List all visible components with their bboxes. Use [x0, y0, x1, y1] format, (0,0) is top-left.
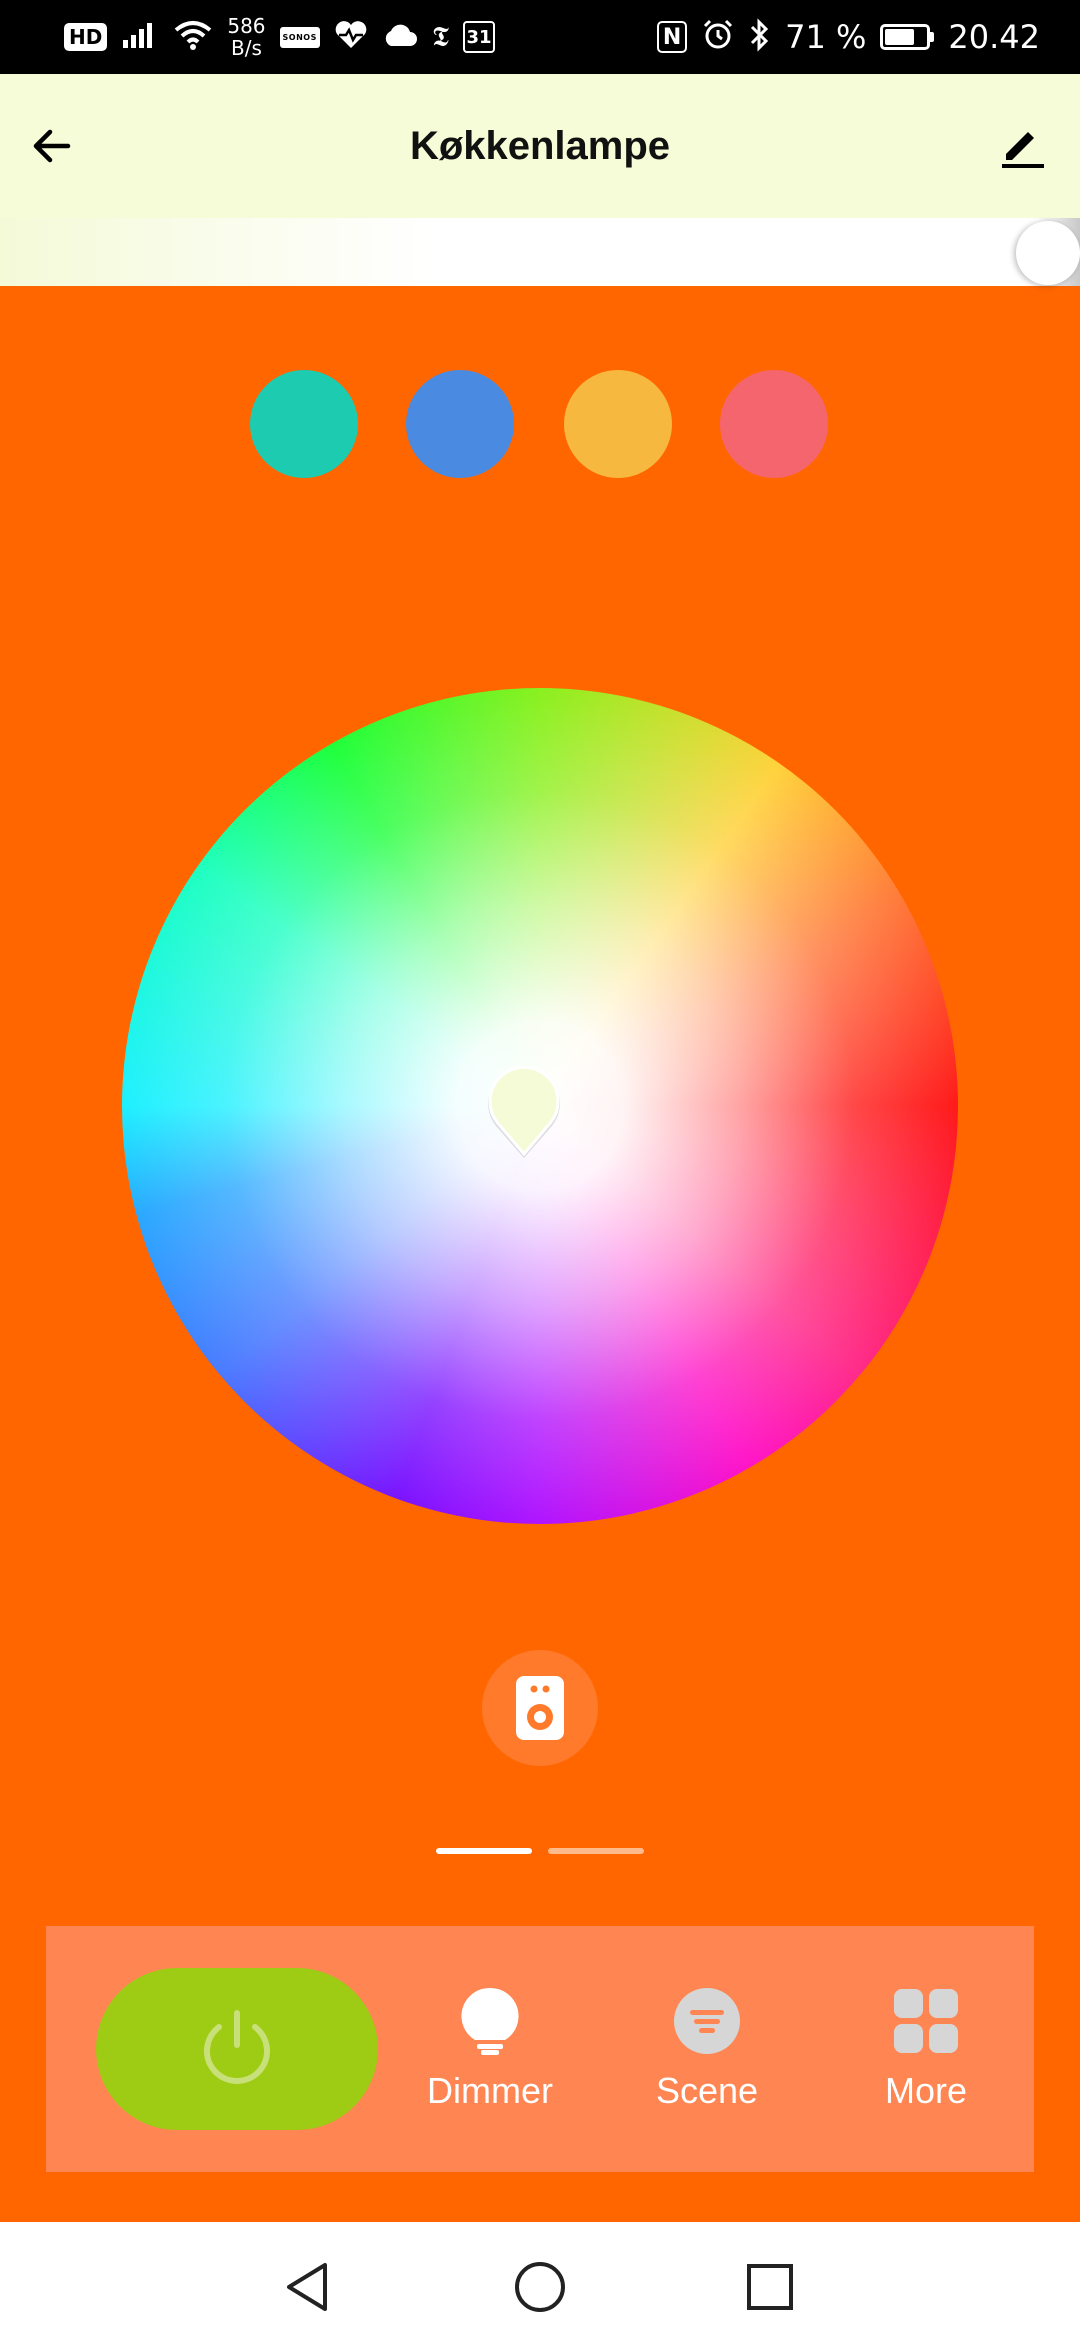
calendar-icon: 31	[463, 21, 496, 53]
signal-icon	[121, 20, 159, 54]
cloud-icon	[382, 22, 418, 52]
back-button[interactable]	[20, 114, 84, 178]
scene-icon	[674, 1988, 740, 2054]
color-preset-2[interactable]	[406, 370, 514, 478]
status-bar: HD 586 B/s SONOS 𝕿 31 N 71 % 20.42	[0, 0, 1080, 74]
tab-scene[interactable]: Scene	[622, 1986, 792, 2136]
bottom-control-panel: Dimmer Scene More	[46, 1926, 1034, 2172]
speaker-mode-button[interactable]	[482, 1650, 598, 1766]
nav-home-button[interactable]	[505, 2252, 575, 2322]
status-right: N 71 % 20.42	[657, 18, 1040, 56]
grid-icon	[894, 1989, 958, 2053]
page-indicator	[436, 1848, 644, 1854]
color-preset-4[interactable]	[720, 370, 828, 478]
page-indicator-2[interactable]	[548, 1848, 644, 1854]
color-preset-3[interactable]	[564, 370, 672, 478]
lightbulb-icon	[461, 1987, 519, 2055]
color-presets	[0, 370, 1080, 478]
tab-more[interactable]: More	[841, 1986, 1011, 2136]
triangle-back-icon	[287, 2263, 327, 2311]
brightness-slider[interactable]	[0, 218, 1080, 286]
edit-button[interactable]	[990, 114, 1054, 178]
nfc-icon: N	[657, 21, 688, 53]
square-recents-icon	[747, 2264, 793, 2310]
tab-scene-label: Scene	[655, 2070, 759, 2111]
app-bar: Køkkenlampe	[0, 74, 1080, 218]
tab-dimmer[interactable]: Dimmer	[405, 1986, 575, 2136]
nav-recents-button[interactable]	[735, 2252, 805, 2322]
picker-pin-icon	[488, 1065, 560, 1158]
battery-icon	[880, 24, 935, 50]
alarm-icon	[701, 18, 735, 56]
tab-dimmer-label: Dimmer	[427, 2070, 553, 2111]
arrow-back-icon	[33, 129, 71, 163]
bluetooth-icon	[749, 18, 771, 56]
page-indicator-1[interactable]	[436, 1848, 532, 1854]
system-nav-bar	[0, 2222, 1080, 2340]
hd-voice-icon: HD	[64, 23, 108, 51]
network-speed-value: 586	[227, 14, 266, 38]
clock: 20.42	[948, 18, 1040, 56]
color-preset-1[interactable]	[250, 370, 358, 478]
health-icon	[334, 20, 368, 54]
network-speed: 586 B/s	[227, 15, 265, 59]
sonos-icon: SONOS	[279, 26, 320, 48]
pencil-icon	[1002, 132, 1044, 168]
status-left: HD 586 B/s SONOS 𝕿 31	[64, 15, 496, 59]
battery-fill	[885, 29, 914, 45]
circle-home-icon	[515, 2262, 565, 2312]
brightness-slider-thumb[interactable]	[1016, 221, 1080, 285]
power-icon	[204, 2010, 270, 2084]
color-picker-pin[interactable]	[484, 1065, 564, 1160]
page-title: Køkkenlampe	[409, 123, 671, 168]
battery-percent: 71 %	[785, 18, 867, 56]
power-button[interactable]	[96, 1968, 378, 2130]
wifi-icon	[173, 19, 213, 55]
speaker-icon	[516, 1676, 564, 1740]
network-speed-unit: B/s	[230, 36, 262, 60]
nav-back-button[interactable]	[274, 2252, 344, 2322]
nyt-icon: 𝕿	[431, 20, 450, 53]
tab-more-label: More	[884, 2070, 968, 2111]
